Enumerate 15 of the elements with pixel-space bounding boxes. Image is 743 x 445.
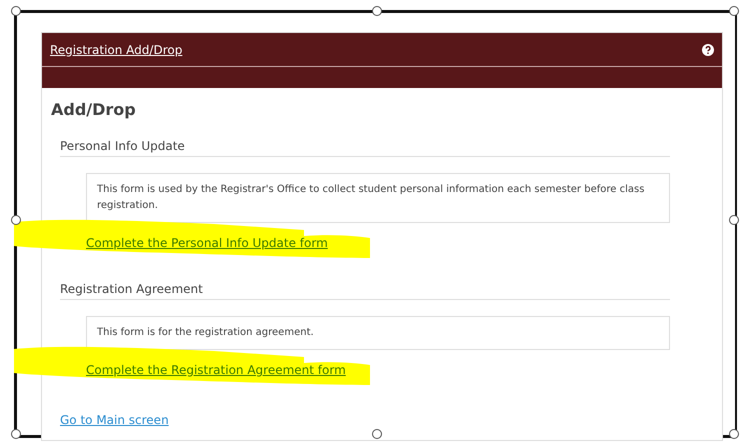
resize-handle[interactable] xyxy=(729,215,739,225)
resize-handle[interactable] xyxy=(729,429,739,439)
section-description: This form is for the registration agreement. xyxy=(86,316,670,350)
resize-handle[interactable] xyxy=(11,215,21,225)
resize-handle[interactable] xyxy=(11,6,21,16)
section-title: Personal Info Update xyxy=(60,139,670,157)
main-screen-link[interactable]: Go to Main screen xyxy=(60,413,169,427)
resize-handle[interactable] xyxy=(372,6,382,16)
panel-title-link[interactable]: Registration Add/Drop xyxy=(50,42,182,56)
section-title: Registration Agreement xyxy=(60,282,670,300)
resize-handle[interactable] xyxy=(729,6,739,16)
help-icon[interactable] xyxy=(702,44,714,56)
page-heading: Add/Drop xyxy=(51,100,137,119)
resize-handle[interactable] xyxy=(11,429,21,439)
section-description: This form is used by the Registrar's Office to collect student personal information each semester before class registration. xyxy=(86,173,670,223)
